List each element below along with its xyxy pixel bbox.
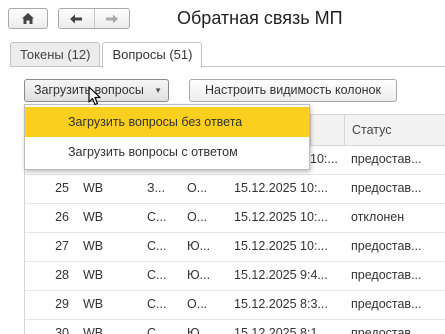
cell-date: 15.12.2025 8:3... — [234, 297, 328, 311]
cell-marketplace: WB — [83, 297, 104, 311]
cell-date: 15.12.2025 10:... — [234, 239, 328, 253]
table-row[interactable]: 25 WB З... О... 15.12.2025 10:... предос… — [25, 174, 445, 204]
cell-date: 15.12.2025 9:4... — [234, 268, 328, 282]
cell-status: предостав... — [351, 152, 422, 166]
cell-author: Ю... — [187, 268, 211, 282]
cell-status: отклонен — [351, 210, 405, 224]
cell-status: предостав... — [351, 181, 422, 195]
app-window: Обратная связь МП Токены (12) Вопросы (5… — [0, 0, 445, 334]
chevron-down-icon: ▼ — [154, 86, 162, 95]
table-row[interactable]: 29 WB С... О... 15.12.2025 8:3... предос… — [25, 290, 445, 320]
cell-date: 15.12.2025 10:... — [234, 210, 328, 224]
cell-author: О... — [187, 181, 208, 195]
cell-product: С... — [147, 326, 167, 334]
cell-date: 15.12.2025 10:... — [234, 181, 328, 195]
table-row[interactable]: 26 WB С... О... 15.12.2025 10:... отклон… — [25, 203, 445, 233]
cell-status: предостав... — [351, 268, 422, 282]
cell-product: С... — [147, 239, 167, 253]
cell-product: С... — [147, 268, 167, 282]
menu-item-load-unanswered[interactable]: Загрузить вопросы без ответа — [25, 107, 309, 137]
cell-marketplace: WB — [83, 239, 104, 253]
cell-number: 29 — [55, 297, 69, 311]
mouse-cursor-icon — [88, 86, 101, 106]
cell-status: предостав... — [351, 326, 422, 334]
cell-status: предостав... — [351, 297, 422, 311]
history-nav-group — [58, 8, 130, 29]
tab-tokens[interactable]: Токены (12) — [10, 42, 101, 66]
cell-product: С... — [147, 297, 167, 311]
cell-marketplace: WB — [83, 326, 104, 334]
cell-author: Ю... — [187, 326, 211, 334]
cell-author: О... — [187, 297, 208, 311]
cell-marketplace: WB — [83, 210, 104, 224]
cell-author: О... — [187, 210, 208, 224]
back-button[interactable] — [59, 9, 94, 28]
table-row[interactable]: 28 WB С... Ю... 15.12.2025 9:4... предос… — [25, 261, 445, 291]
cell-marketplace: WB — [83, 181, 104, 195]
cell-number: 30 — [55, 326, 69, 334]
cell-number: 25 — [55, 181, 69, 195]
forward-button[interactable] — [93, 9, 130, 28]
home-icon — [22, 13, 34, 24]
cell-number: 28 — [55, 268, 69, 282]
tab-questions[interactable]: Вопросы (51) — [102, 42, 203, 68]
cell-date: 15.12.2025 8:1... — [234, 326, 328, 334]
table-row[interactable]: 27 WB С... Ю... 15.12.2025 10:... предос… — [25, 232, 445, 262]
column-visibility-button[interactable]: Настроить видимость колонок — [189, 79, 397, 102]
cell-product: З... — [147, 181, 165, 195]
cell-marketplace: WB — [83, 268, 104, 282]
menu-item-load-answered[interactable]: Загрузить вопросы с ответом — [25, 137, 309, 167]
load-questions-menu: Загрузить вопросы без ответа Загрузить в… — [24, 104, 310, 170]
home-button[interactable] — [8, 8, 48, 29]
column-header-status[interactable]: Статус — [344, 115, 445, 145]
table-row[interactable]: 30 WB С... Ю... 15.12.2025 8:1... предос… — [25, 319, 445, 334]
cell-product: С... — [147, 210, 167, 224]
cell-number: 27 — [55, 239, 69, 253]
tab-strip: Токены (12) Вопросы (51) — [10, 42, 204, 68]
cell-status: предостав... — [351, 239, 422, 253]
cell-author: Ю... — [187, 239, 211, 253]
window-title: Обратная связь МП — [177, 8, 343, 28]
tab-divider — [10, 66, 445, 67]
cell-number: 26 — [55, 210, 69, 224]
arrow-right-icon — [105, 14, 118, 23]
arrow-left-icon — [70, 14, 83, 23]
